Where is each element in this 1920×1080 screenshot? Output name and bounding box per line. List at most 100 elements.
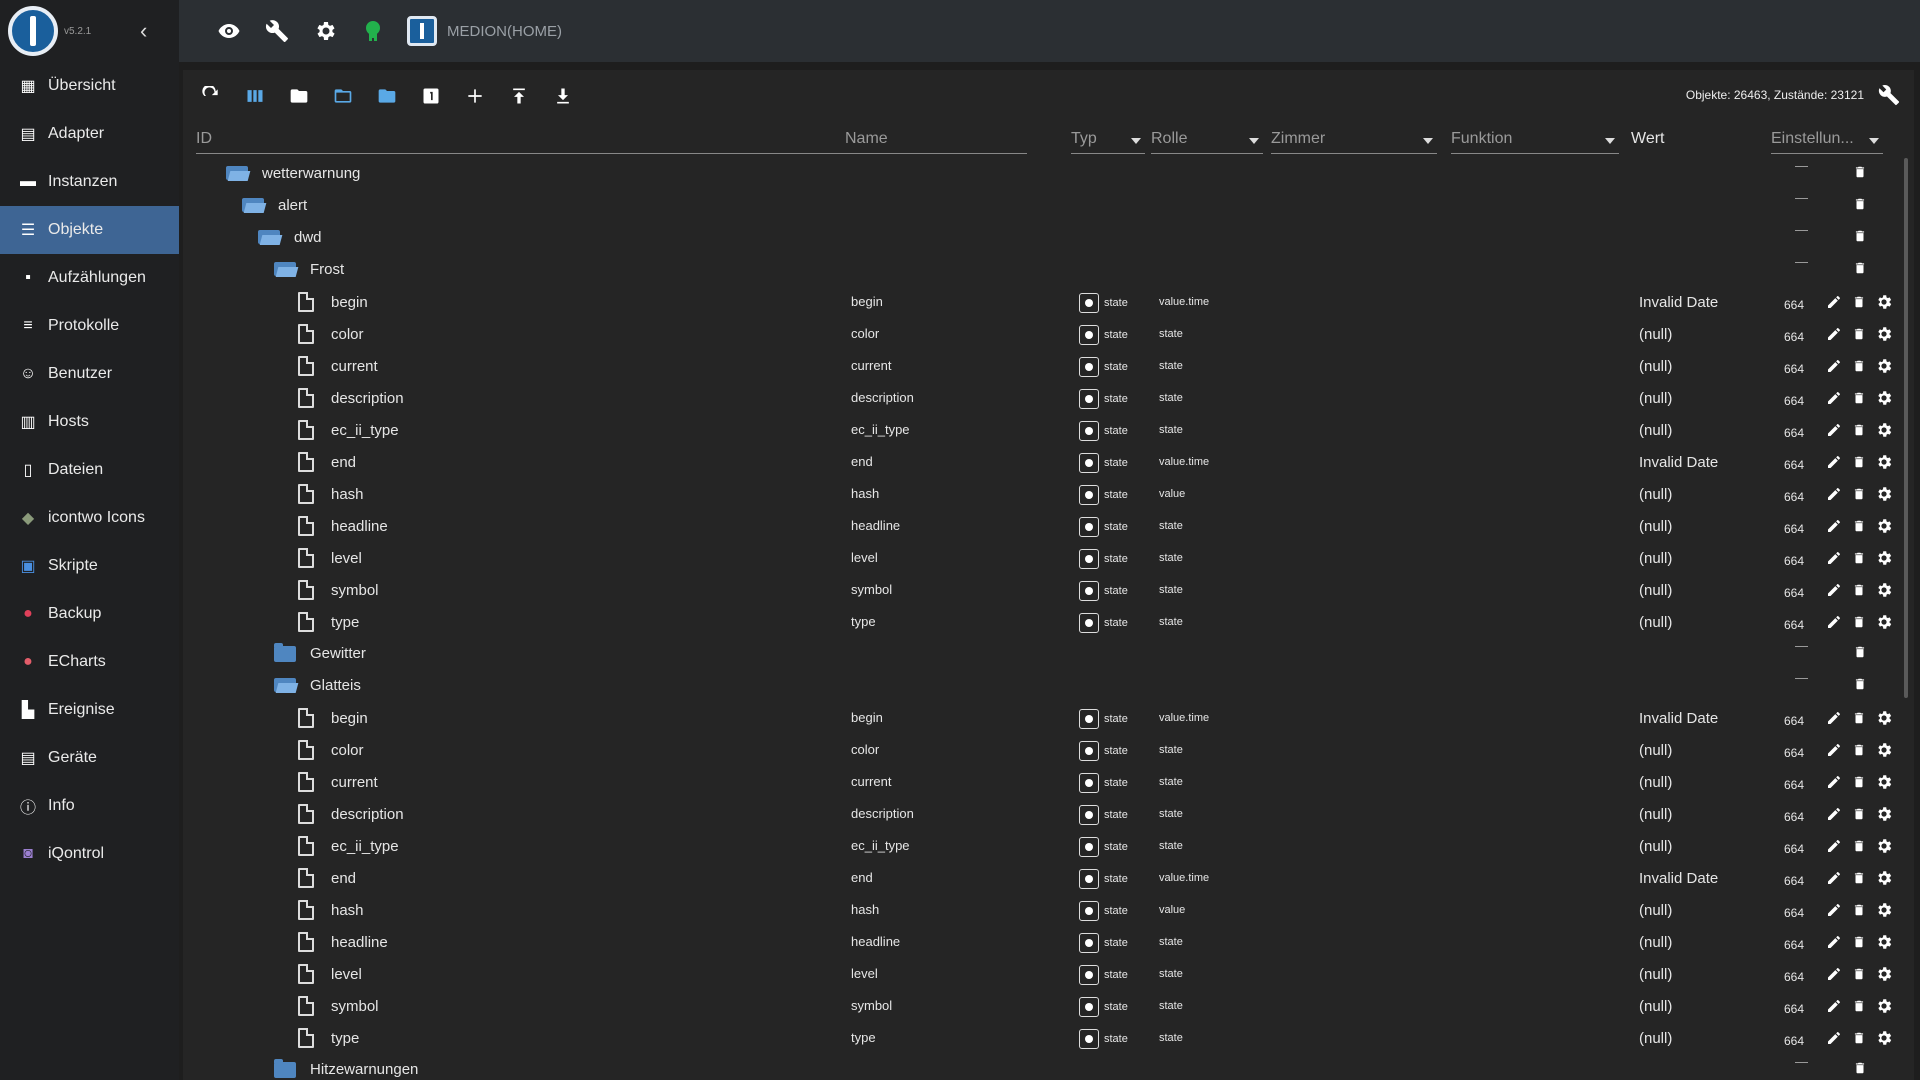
state-value[interactable]: (null) bbox=[1639, 550, 1672, 567]
expand-one-level-icon[interactable] bbox=[417, 82, 445, 110]
sidebar-item-hosts[interactable]: ▥ Hosts bbox=[0, 398, 179, 446]
delete-icon[interactable] bbox=[1849, 324, 1869, 344]
edit-icon[interactable] bbox=[1824, 772, 1844, 792]
delete-icon[interactable] bbox=[1849, 900, 1869, 920]
sidebar-item-echarts[interactable]: ● ECharts bbox=[0, 638, 179, 686]
settings-gear-icon[interactable] bbox=[1874, 708, 1894, 728]
state-row[interactable]: end end state value.time Invalid Date 664 bbox=[183, 446, 1903, 478]
delete-icon[interactable] bbox=[1851, 1058, 1869, 1078]
sidebar-item-protokolle[interactable]: ≡ Protokolle bbox=[0, 302, 179, 350]
settings-wrench-icon[interactable] bbox=[1878, 84, 1900, 111]
delete-icon[interactable] bbox=[1849, 420, 1869, 440]
state-row[interactable]: symbol symbol state state (null) 664 bbox=[183, 574, 1903, 606]
state-id[interactable]: begin bbox=[295, 292, 368, 312]
edit-icon[interactable] bbox=[1824, 612, 1844, 632]
state-row[interactable]: type type state state (null) 664 bbox=[183, 1022, 1903, 1054]
delete-icon[interactable] bbox=[1849, 740, 1869, 760]
state-row[interactable]: begin begin state value.time Invalid Date 664 bbox=[183, 702, 1903, 734]
edit-icon[interactable] bbox=[1824, 932, 1844, 952]
state-row[interactable]: current current state state (null) 664 bbox=[183, 766, 1903, 798]
delete-icon[interactable] bbox=[1851, 162, 1869, 182]
folder-open-icon[interactable] bbox=[226, 164, 251, 182]
settings-gear-icon[interactable] bbox=[1874, 580, 1894, 600]
sidebar-item-dateien[interactable]: ▯ Dateien bbox=[0, 446, 179, 494]
delete-icon[interactable] bbox=[1849, 292, 1869, 312]
state-id[interactable]: end bbox=[295, 452, 356, 472]
state-value[interactable]: (null) bbox=[1639, 806, 1672, 823]
state-id[interactable]: type bbox=[295, 612, 359, 632]
sidebar-item-ereignise[interactable]: ▙ Ereignise bbox=[0, 686, 179, 734]
edit-icon[interactable] bbox=[1824, 324, 1844, 344]
collapse-sidebar-icon[interactable]: ‹ bbox=[140, 18, 147, 44]
delete-icon[interactable] bbox=[1849, 388, 1869, 408]
state-value[interactable]: Invalid Date bbox=[1639, 870, 1718, 887]
delete-icon[interactable] bbox=[1851, 258, 1869, 278]
state-id[interactable]: level bbox=[295, 548, 362, 568]
settings-gear-icon[interactable] bbox=[1874, 548, 1894, 568]
sidebar-item-iqontrol[interactable]: ◙ iQontrol bbox=[0, 830, 179, 878]
state-value[interactable]: (null) bbox=[1639, 614, 1672, 631]
state-row[interactable]: ec_ii_type ec_ii_type state state (null) 664 bbox=[183, 414, 1903, 446]
folder-row[interactable]: alert — bbox=[183, 190, 1903, 222]
edit-icon[interactable] bbox=[1824, 484, 1844, 504]
settings-gear-icon[interactable] bbox=[1874, 932, 1894, 952]
edit-icon[interactable] bbox=[1824, 548, 1844, 568]
settings-gear-icon[interactable] bbox=[1874, 996, 1894, 1016]
state-value[interactable]: Invalid Date bbox=[1639, 294, 1718, 311]
sidebar-item-icontwo-icons[interactable]: ◆ icontwo Icons bbox=[0, 494, 179, 542]
folder-id[interactable]: dwd bbox=[258, 228, 322, 246]
expand-all-icon[interactable] bbox=[329, 82, 357, 110]
state-row[interactable]: description description state state (null) 66… bbox=[183, 798, 1903, 830]
state-id[interactable]: current bbox=[295, 772, 378, 792]
download-icon[interactable] bbox=[549, 82, 577, 110]
state-id[interactable]: hash bbox=[295, 900, 364, 920]
state-value[interactable]: (null) bbox=[1639, 966, 1672, 983]
state-id[interactable]: symbol bbox=[295, 580, 379, 600]
state-value[interactable]: (null) bbox=[1639, 326, 1672, 343]
folder-open-icon[interactable] bbox=[274, 260, 299, 278]
settings-gear-icon[interactable] bbox=[1874, 292, 1894, 312]
upload-icon[interactable] bbox=[505, 82, 533, 110]
settings-gear-icon[interactable] bbox=[1874, 1028, 1894, 1048]
state-value[interactable]: (null) bbox=[1639, 518, 1672, 535]
state-id[interactable]: begin bbox=[295, 708, 368, 728]
folder-id[interactable]: alert bbox=[242, 196, 307, 214]
folder-id[interactable]: Hitzewarnungen bbox=[274, 1059, 418, 1078]
delete-icon[interactable] bbox=[1851, 642, 1869, 662]
edit-icon[interactable] bbox=[1824, 1028, 1844, 1048]
settings-gear-icon[interactable] bbox=[1874, 388, 1894, 408]
settings-gear-icon[interactable] bbox=[1874, 772, 1894, 792]
state-row[interactable]: headline headline state state (null) 664 bbox=[183, 926, 1903, 958]
state-value[interactable]: (null) bbox=[1639, 358, 1672, 375]
folder-id[interactable]: wetterwarnung bbox=[226, 164, 360, 182]
state-value[interactable]: (null) bbox=[1639, 742, 1672, 759]
state-row[interactable]: level level state state (null) 664 bbox=[183, 542, 1903, 574]
columns-icon[interactable] bbox=[241, 82, 269, 110]
state-value[interactable]: (null) bbox=[1639, 486, 1672, 503]
folder-open-icon[interactable] bbox=[242, 196, 267, 214]
delete-icon[interactable] bbox=[1851, 194, 1869, 214]
edit-icon[interactable] bbox=[1824, 420, 1844, 440]
state-id[interactable]: ec_ii_type bbox=[295, 836, 399, 856]
settings-gear-icon[interactable] bbox=[1874, 740, 1894, 760]
state-id[interactable]: headline bbox=[295, 516, 388, 536]
folder-id[interactable]: Glatteis bbox=[274, 676, 361, 694]
edit-icon[interactable] bbox=[1824, 388, 1844, 408]
state-row[interactable]: type type state state (null) 664 bbox=[183, 606, 1903, 638]
delete-icon[interactable] bbox=[1849, 964, 1869, 984]
name-filter[interactable]: Name bbox=[845, 126, 1027, 154]
state-id[interactable]: hash bbox=[295, 484, 364, 504]
state-row[interactable]: begin begin state value.time Invalid Date 664 bbox=[183, 286, 1903, 318]
scrollbar[interactable] bbox=[1904, 158, 1908, 698]
delete-icon[interactable] bbox=[1849, 708, 1869, 728]
folder-icon[interactable] bbox=[285, 82, 313, 110]
state-value[interactable]: (null) bbox=[1639, 390, 1672, 407]
folder-row[interactable]: Hitzewarnungen — bbox=[183, 1054, 1903, 1080]
folder-icon[interactable] bbox=[274, 1059, 296, 1078]
folder-icon[interactable] bbox=[274, 643, 296, 662]
state-value[interactable]: Invalid Date bbox=[1639, 710, 1718, 727]
delete-icon[interactable] bbox=[1849, 1028, 1869, 1048]
delete-icon[interactable] bbox=[1849, 932, 1869, 952]
folder-row[interactable]: Frost — bbox=[183, 254, 1903, 286]
folder-id[interactable]: Gewitter bbox=[274, 643, 366, 662]
